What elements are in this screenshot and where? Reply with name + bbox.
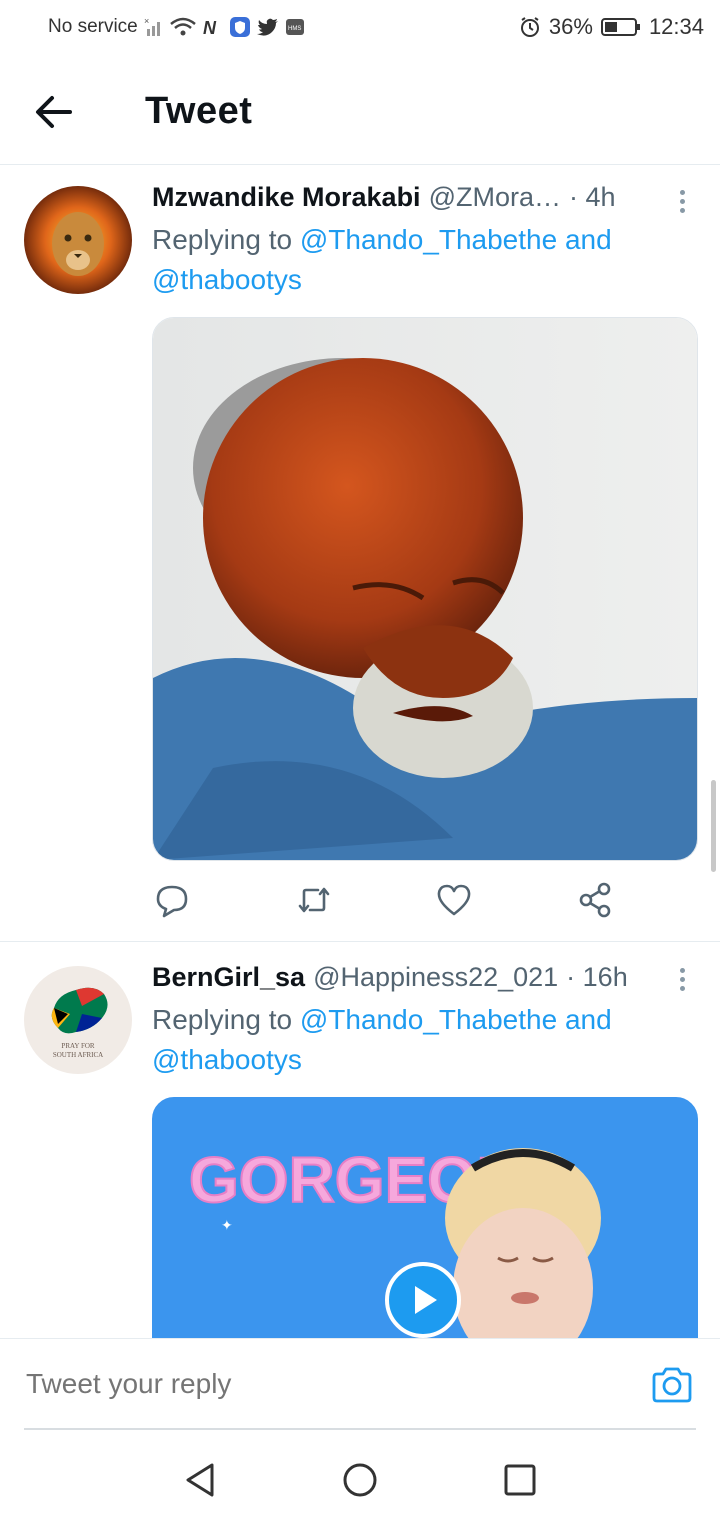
app-header: Tweet <box>0 56 720 165</box>
page-title: Tweet <box>145 90 253 132</box>
more-dot-icon <box>679 190 685 195</box>
reply-button[interactable] <box>152 880 192 920</box>
mention-link[interactable]: @thabootys <box>152 264 302 295</box>
play-button[interactable] <box>385 1262 461 1338</box>
replying-to: Replying to @Thando_Thabethe and @thaboo… <box>152 1000 672 1080</box>
more-dot-icon <box>679 968 685 973</box>
more-dot-icon <box>679 208 685 213</box>
retweet-icon <box>298 887 330 913</box>
display-name[interactable]: Mzwandike Morakabi <box>152 182 421 213</box>
share-button[interactable] <box>576 880 616 920</box>
camera-button[interactable] <box>650 1365 694 1405</box>
avatar-text-line2: SOUTH AFRICA <box>53 1051 103 1059</box>
replying-prefix: Replying to <box>152 1004 293 1035</box>
nav-home-button[interactable] <box>340 1460 380 1500</box>
user-handle[interactable]: @Happiness22_021 <box>313 962 558 993</box>
more-dot-icon <box>679 986 685 991</box>
heart-icon <box>437 884 471 916</box>
user-handle[interactable]: @ZMora… <box>429 182 561 213</box>
svg-text:×: × <box>144 16 149 26</box>
status-icons-left: × N HMS <box>144 16 305 38</box>
more-dot-icon <box>679 199 685 204</box>
status-right: 36% 12:34 <box>519 14 704 40</box>
replying-to: Replying to @Thando_Thabethe and @thaboo… <box>152 220 672 300</box>
twitter-bird-icon <box>256 18 278 36</box>
svg-text:N: N <box>203 18 217 38</box>
replying-and: and <box>564 1004 612 1035</box>
system-nav-bar <box>0 1432 720 1520</box>
wifi-icon <box>169 17 196 36</box>
play-icon <box>415 1286 437 1314</box>
more-options-button[interactable] <box>674 964 690 998</box>
lion-avatar-image <box>24 186 132 294</box>
replying-prefix: Replying to <box>152 224 293 255</box>
square-recents-icon <box>504 1464 536 1496</box>
status-bar: No service × N HMS 36% 12:34 <box>0 0 720 56</box>
battery-icon <box>600 18 640 36</box>
nav-recents-button[interactable] <box>500 1460 540 1500</box>
camera-icon <box>652 1367 692 1403</box>
tweet-item[interactable]: PRAY FOR SOUTH AFRICA BernGirl_sa @Happi… <box>0 942 720 1338</box>
avatar-text-line1: PRAY FOR <box>61 1042 94 1050</box>
clock-time: 12:34 <box>648 14 704 39</box>
tweet-header: BernGirl_sa @Happiness22_021 · 16h <box>152 962 628 993</box>
tweet-header: Mzwandike Morakabi @ZMora… · 4h <box>152 182 616 213</box>
shield-icon <box>229 17 250 37</box>
tweet-time[interactable]: · 16h <box>566 962 628 993</box>
triangle-back-icon <box>186 1463 214 1497</box>
avatar[interactable]: PRAY FOR SOUTH AFRICA <box>24 966 132 1074</box>
tweet-time[interactable]: · 4h <box>569 182 616 213</box>
nfc-icon: N <box>203 18 217 38</box>
more-dot-icon <box>679 977 685 982</box>
retweet-button[interactable] <box>294 880 334 920</box>
tweet-reply-input[interactable] <box>24 1367 389 1401</box>
back-button[interactable] <box>30 92 82 132</box>
share-icon <box>579 882 611 918</box>
mention-link[interactable]: @Thando_Thabethe <box>300 224 557 255</box>
carrier-text: No service <box>48 16 138 37</box>
like-button[interactable] <box>434 880 474 920</box>
mention-link[interactable]: @Thando_Thabethe <box>300 1004 557 1035</box>
photo-image <box>153 318 697 860</box>
nav-back-button[interactable] <box>182 1460 222 1500</box>
tweet-photo[interactable] <box>152 317 698 861</box>
tweet-gif[interactable]: GORGEOUS ✦ <box>152 1097 698 1338</box>
replying-and: and <box>564 224 612 255</box>
reply-icon <box>156 885 188 918</box>
status-left: No service × N HMS <box>48 16 305 38</box>
alarm-icon <box>520 17 539 37</box>
tweet-actions <box>152 880 622 920</box>
circle-home-icon <box>343 1463 377 1497</box>
svg-text:HMS: HMS <box>288 26 301 32</box>
reply-composer <box>0 1338 720 1431</box>
more-options-button[interactable] <box>674 186 690 220</box>
display-name[interactable]: BernGirl_sa <box>152 962 305 993</box>
reply-underline <box>24 1428 696 1430</box>
pray-for-south-africa-avatar: PRAY FOR SOUTH AFRICA <box>51 987 108 1059</box>
battery-percent: 36% <box>548 14 593 39</box>
svg-text:✦: ✦ <box>221 1217 233 1233</box>
avatar[interactable] <box>24 186 132 294</box>
signal-off-icon: × <box>144 16 160 36</box>
scrollbar[interactable] <box>711 780 716 872</box>
hms-icon: HMS <box>285 19 304 35</box>
mention-link[interactable]: @thabootys <box>152 1044 302 1075</box>
back-arrow-icon <box>36 96 72 128</box>
tweet-item[interactable]: Mzwandike Morakabi @ZMora… · 4h Replying… <box>0 166 720 942</box>
